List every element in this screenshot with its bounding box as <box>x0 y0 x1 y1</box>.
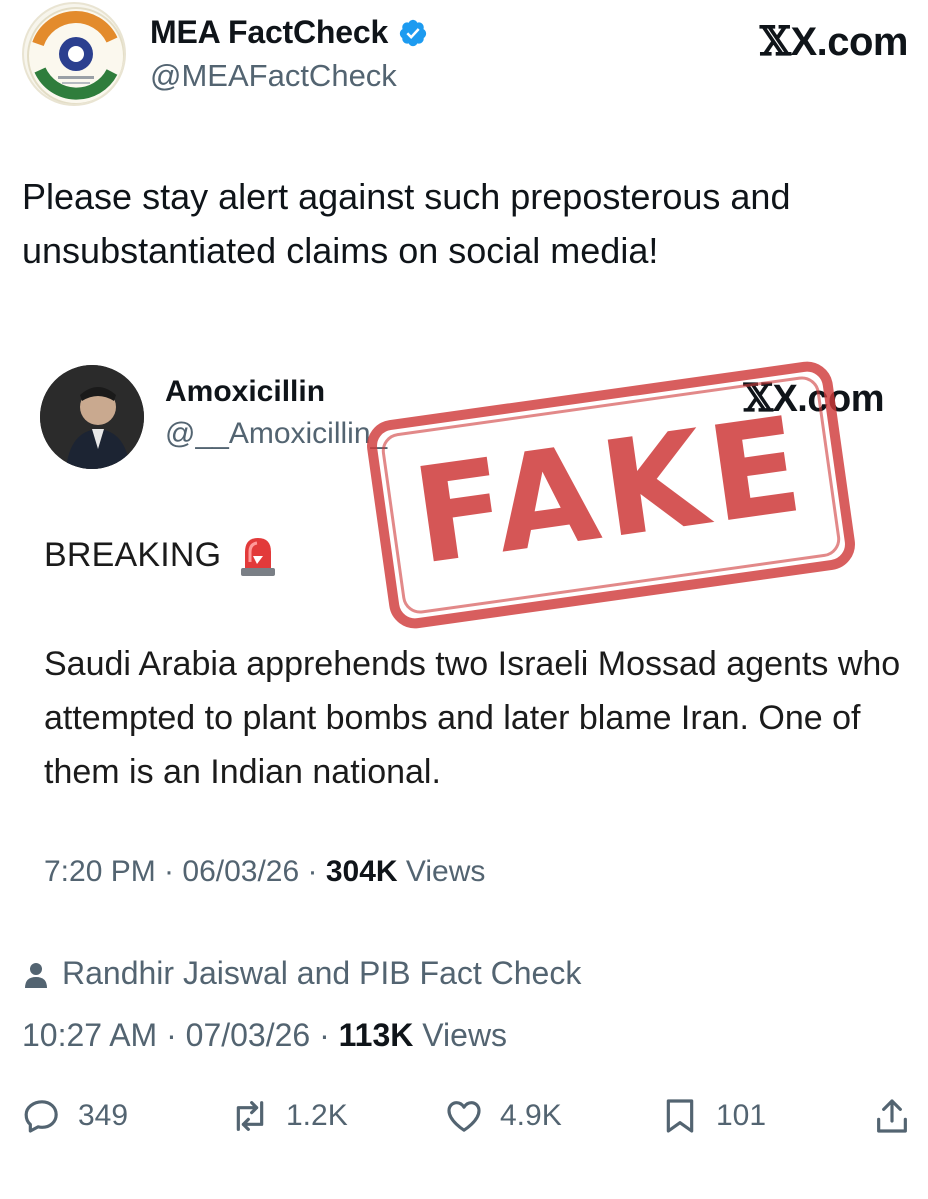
reply-icon <box>24 1100 58 1133</box>
action-bar: 349 1.2K 4.9K 101 <box>0 1090 928 1150</box>
bookmark-icon <box>666 1099 694 1133</box>
verified-badge-icon <box>398 18 428 48</box>
views-count: 113K <box>338 1017 414 1053</box>
like-count: 4.9K <box>500 1099 562 1132</box>
quoted-tweet-image[interactable]: Amoxicillin @__Amoxicillin_ 𝕏X.com BREAK… <box>0 345 928 905</box>
reply-button[interactable]: 349 <box>22 1096 128 1136</box>
views-label: Views <box>413 1017 508 1053</box>
quoted-timestamp-views: 7:20 PM · 06/03/26 · 304K Views <box>44 855 485 889</box>
quoted-user-handle: @__Amoxicillin_ <box>165 417 388 450</box>
bookmark-button[interactable]: 101 <box>660 1096 766 1136</box>
share-button[interactable] <box>872 1096 912 1136</box>
timestamp[interactable]: 10:27 AM · 07/03/26 · <box>22 1017 339 1053</box>
quoted-site-watermark: 𝕏X.com <box>743 375 884 420</box>
avatar[interactable] <box>22 2 126 106</box>
breaking-line: BREAKING <box>44 532 281 578</box>
quoted-tweet-text: Saudi Arabia apprehends two Israeli Moss… <box>44 645 901 791</box>
breaking-label: BREAKING <box>44 535 222 574</box>
repost-count: 1.2K <box>286 1099 348 1132</box>
siren-icon <box>235 532 281 578</box>
share-icon <box>877 1099 907 1133</box>
quoted-avatar <box>40 365 144 469</box>
tagged-people-label: Randhir Jaiswal and PIB Fact Check <box>62 955 582 991</box>
site-watermark-text: X.com <box>790 20 908 64</box>
user-handle[interactable]: @MEAFactCheck <box>150 58 397 94</box>
display-name[interactable]: MEA FactCheck <box>150 14 388 51</box>
bookmark-count: 101 <box>716 1099 767 1132</box>
tweet-header: MEA FactCheck @MEAFactCheck 𝕏X.com <box>0 0 928 120</box>
quoted-views-label: Views <box>397 855 486 888</box>
quoted-views-count: 304K <box>325 855 398 888</box>
tweet-text: Please stay alert against such preposter… <box>22 176 791 271</box>
person-icon <box>24 960 48 988</box>
reply-count: 349 <box>78 1099 129 1132</box>
quoted-timestamp: 7:20 PM · 06/03/26 · <box>44 855 326 888</box>
repost-button[interactable]: 1.2K <box>230 1096 348 1136</box>
timestamp-views: 10:27 AM · 07/03/26 · 113K Views <box>22 1017 507 1054</box>
person-photo-icon <box>40 365 144 469</box>
repost-icon <box>236 1101 264 1131</box>
like-button[interactable]: 4.9K <box>444 1096 562 1136</box>
tagged-people[interactable]: Randhir Jaiswal and PIB Fact Check <box>24 955 581 992</box>
quoted-display-name: Amoxicillin <box>165 375 326 408</box>
quoted-site-watermark-text: X.com <box>772 378 884 420</box>
heart-icon <box>447 1101 481 1132</box>
site-watermark: 𝕏X.com <box>759 18 909 65</box>
fact-check-logo-icon <box>27 7 124 104</box>
